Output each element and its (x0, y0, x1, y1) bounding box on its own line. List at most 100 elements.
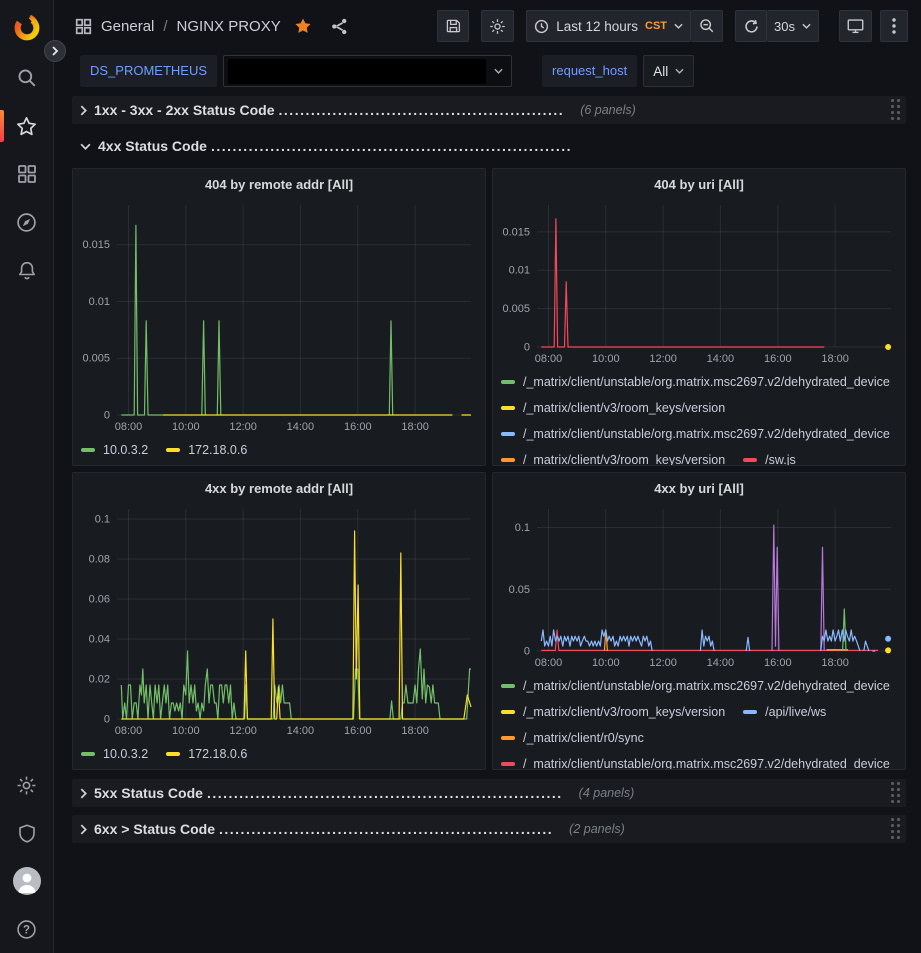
legend-row: /_matrix/client/v3/room_keys/version/sw.… (501, 447, 897, 466)
save-icon (445, 18, 461, 34)
legend-swatch (501, 736, 515, 740)
svg-text:16:00: 16:00 (764, 657, 792, 669)
legend-item[interactable]: /sw.js (743, 453, 796, 466)
panel-legend: 10.0.3.2 172.18.0.6 (81, 741, 477, 767)
svg-text:0.05: 0.05 (509, 584, 530, 596)
svg-text:0: 0 (524, 646, 530, 658)
legend-row: 10.0.3.2 172.18.0.6 (81, 741, 477, 767)
sidebar-item-profile[interactable] (0, 857, 53, 905)
sidebar-item-explore[interactable] (0, 198, 53, 246)
legend-row: /_matrix/client/r0/sync (501, 725, 897, 751)
active-indicator (0, 110, 4, 142)
sidebar-item-search[interactable] (0, 54, 53, 102)
legend-swatch (166, 752, 180, 756)
zoom-out-time-button[interactable] (691, 10, 723, 42)
legend-label: /_matrix/client/r0/sync (523, 731, 644, 745)
legend-item[interactable]: /_matrix/client/unstable/org.matrix.msc2… (501, 679, 890, 693)
panel-title[interactable]: 404 by uri [All] (501, 173, 897, 197)
panel-grid: 404 by remote addr [All] 08:0010:0012:00… (72, 168, 906, 770)
svg-text:0.02: 0.02 (89, 674, 110, 686)
star-icon (16, 116, 37, 137)
row-drag-handle[interactable] (891, 782, 900, 803)
sidebar-item-help[interactable]: ? (0, 905, 53, 953)
save-dashboard-button[interactable] (437, 10, 469, 42)
svg-text:14:00: 14:00 (707, 353, 735, 365)
chart-4xx-by-remote-addr[interactable]: 08:0010:0012:0014:0016:0018:0000.020.040… (81, 501, 477, 739)
legend-item[interactable]: /_matrix/client/v3/room_keys/version (501, 401, 725, 415)
timezone-label: CST (645, 20, 667, 32)
refresh-dashboard-button[interactable] (735, 10, 767, 42)
row-drag-handle[interactable] (891, 99, 900, 120)
svg-text:?: ? (23, 924, 30, 936)
gear-icon (16, 775, 37, 796)
legend-item[interactable]: /_matrix/client/unstable/org.matrix.msc2… (501, 427, 890, 441)
legend-item[interactable]: /_matrix/client/unstable/org.matrix.msc2… (501, 757, 890, 770)
row-title-dots: ........................................… (279, 102, 565, 118)
legend-label: /_matrix/client/v3/room_keys/version (523, 453, 725, 466)
legend-label: /_matrix/client/unstable/org.matrix.msc2… (523, 427, 890, 441)
chart-404-by-remote-addr[interactable]: 08:0010:0012:0014:0016:0018:0000.0050.01… (81, 197, 477, 435)
legend-item[interactable]: 10.0.3.2 (81, 747, 148, 761)
svg-text:12:00: 12:00 (649, 657, 677, 669)
sidebar-expand-button[interactable] (44, 40, 66, 62)
legend-item[interactable]: /api/live/ws (743, 705, 826, 719)
sidebar-item-configuration[interactable] (0, 761, 53, 809)
panel-title[interactable]: 404 by remote addr [All] (81, 173, 477, 197)
svg-text:18:00: 18:00 (821, 353, 849, 365)
row-title: 1xx - 3xx - 2xx Status Code (94, 102, 275, 118)
panel-4xx-by-remote-addr: 4xx by remote addr [All] 08:0010:0012:00… (72, 472, 486, 770)
favorite-star-button[interactable] (294, 17, 312, 35)
time-range-picker[interactable]: Last 12 hours CST (526, 10, 691, 42)
row-header-5xx[interactable]: 5xx Status Code ........................… (72, 779, 906, 807)
breadcrumb-dashboard-title[interactable]: NGINX PROXY (177, 18, 281, 35)
legend-item[interactable]: /_matrix/client/unstable/org.matrix.msc2… (501, 375, 890, 389)
legend-item[interactable]: 172.18.0.6 (166, 443, 247, 457)
compass-icon (16, 212, 37, 233)
variable-label-ds-prometheus: DS_PROMETHEUS (80, 55, 217, 87)
legend-swatch (166, 448, 180, 452)
panel-title[interactable]: 4xx by uri [All] (501, 477, 897, 501)
legend-item[interactable]: 172.18.0.6 (166, 747, 247, 761)
legend-item[interactable]: /_matrix/client/v3/room_keys/version (501, 705, 725, 719)
kebab-menu-icon (892, 18, 896, 34)
sidebar-item-starred[interactable] (0, 102, 53, 150)
chevron-down-icon (802, 23, 811, 30)
svg-text:0.005: 0.005 (82, 353, 110, 365)
row-header-1xx-3xx-2xx[interactable]: 1xx - 3xx - 2xx Status Code ............… (72, 96, 906, 124)
svg-text:0.08: 0.08 (89, 554, 110, 566)
chevron-down-icon (494, 68, 503, 75)
legend-item[interactable]: /_matrix/client/v3/room_keys/version (501, 453, 725, 466)
panel-title[interactable]: 4xx by remote addr [All] (81, 477, 477, 501)
bell-icon (17, 260, 37, 281)
legend-label: /_matrix/client/unstable/org.matrix.msc2… (523, 679, 890, 693)
refresh-interval-picker[interactable]: 30s (767, 10, 819, 42)
request-host-value-dropdown[interactable]: All (643, 55, 694, 87)
sidebar-item-dashboards[interactable] (0, 150, 53, 198)
legend-row: /_matrix/client/unstable/org.matrix.msc2… (501, 751, 897, 770)
chart-4xx-by-uri[interactable]: 08:0010:0012:0014:0016:0018:0000.050.1 (501, 501, 897, 671)
refresh-icon (744, 19, 759, 34)
panel-404-by-remote-addr: 404 by remote addr [All] 08:0010:0012:00… (72, 168, 486, 466)
legend-item[interactable]: 10.0.3.2 (81, 443, 148, 457)
dashboards-grid-icon (17, 164, 37, 184)
datasource-select[interactable] (223, 55, 512, 87)
breadcrumb-folder[interactable]: General (101, 18, 154, 35)
dashboard-settings-button[interactable] (481, 10, 514, 42)
row-header-6xx[interactable]: 6xx > Status Code ......................… (72, 815, 906, 843)
chevron-down-icon (674, 23, 683, 30)
row-title: 6xx > Status Code (94, 821, 215, 837)
more-options-button[interactable] (880, 10, 908, 42)
row-header-4xx[interactable]: 4xx Status Code ........................… (72, 132, 906, 160)
row-title-dots: ........................................… (211, 138, 572, 154)
share-dashboard-button[interactable] (331, 18, 348, 35)
sidebar-item-server-admin[interactable] (0, 809, 53, 857)
svg-text:16:00: 16:00 (764, 353, 792, 365)
chart-404-by-uri[interactable]: 08:0010:0012:0014:0016:0018:0000.0050.01… (501, 197, 897, 367)
legend-swatch (743, 458, 757, 462)
sidebar-item-alerting[interactable] (0, 246, 53, 294)
legend-item[interactable]: /_matrix/client/r0/sync (501, 731, 644, 745)
legend-swatch (81, 752, 95, 756)
row-drag-handle[interactable] (891, 818, 900, 839)
cycle-view-mode-button[interactable] (839, 10, 872, 42)
row-panel-count: (6 panels) (580, 103, 636, 117)
